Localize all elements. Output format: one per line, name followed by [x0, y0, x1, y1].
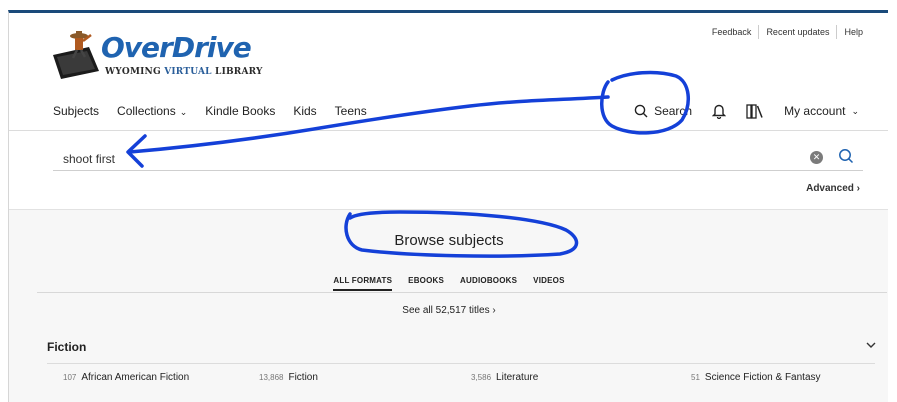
- my-account-menu[interactable]: My account ⌄: [784, 97, 859, 125]
- chevron-down-icon: ⌄: [179, 107, 188, 117]
- subject-count: 3,586: [471, 373, 492, 382]
- search-toggle-button[interactable]: Search: [634, 97, 692, 125]
- search-input[interactable]: [53, 147, 863, 171]
- search-toggle-label: Search: [654, 104, 693, 118]
- utility-links: Feedback Recent updates Help: [705, 25, 870, 39]
- cowboy-book-icon: [53, 31, 99, 79]
- notifications-button[interactable]: [712, 103, 727, 119]
- subject-count: 51: [691, 373, 700, 382]
- main-nav: Subjects Collections ⌄ Kindle Books Kids …: [9, 97, 888, 125]
- subject-count: 107: [63, 373, 77, 382]
- library-tagline: WYOMING VIRTUAL LIBRARY: [105, 67, 263, 77]
- subject-label: Literature: [496, 372, 539, 383]
- subject-count: 13,868: [259, 373, 284, 382]
- fiction-divider: [47, 363, 875, 364]
- tab-audiobooks[interactable]: AUDIOBOOKS: [460, 276, 517, 291]
- see-all-titles-link[interactable]: See all 52,517 titles ›: [9, 305, 888, 316]
- subject-label: Science Fiction & Fantasy: [704, 372, 821, 383]
- feedback-link[interactable]: Feedback: [705, 25, 759, 39]
- tab-videos[interactable]: VIDEOS: [533, 276, 564, 291]
- bookshelf-icon: [746, 104, 763, 119]
- subject-link[interactable]: 107 African American Fiction: [63, 372, 189, 383]
- tagline-virtual: VIRTUAL: [164, 67, 212, 77]
- nav-divider: [9, 130, 888, 131]
- nav-collections[interactable]: Collections ⌄: [117, 97, 187, 126]
- nav-kids[interactable]: Kids: [293, 97, 316, 126]
- tagline-library: LIBRARY: [211, 67, 263, 77]
- nav-subjects[interactable]: Subjects: [53, 97, 99, 126]
- format-tabs: ALL FORMATS EBOOKS AUDIOBOOKS VIDEOS: [9, 276, 888, 291]
- nav-collections-label: Collections: [117, 104, 176, 118]
- chevron-down-icon: [866, 342, 876, 348]
- subject-link[interactable]: 3,586 Literature: [471, 372, 538, 383]
- tabs-divider: [37, 292, 887, 293]
- subject-label: African American Fiction: [81, 372, 190, 383]
- subject-link[interactable]: 13,868 Fiction: [259, 372, 318, 383]
- fiction-section-heading: Fiction: [47, 340, 87, 354]
- subject-link[interactable]: 51 Science Fiction & Fantasy: [691, 372, 821, 383]
- chevron-down-icon: ⌄: [851, 106, 859, 116]
- tab-ebooks[interactable]: EBOOKS: [408, 276, 444, 291]
- subject-label: Fiction: [288, 372, 318, 383]
- bell-icon: [712, 104, 727, 119]
- library-logo[interactable]: OverDrive WYOMING VIRTUAL LIBRARY: [49, 25, 262, 80]
- clear-search-button[interactable]: ✕: [810, 151, 823, 164]
- help-link[interactable]: Help: [836, 25, 870, 39]
- overdrive-wordmark: OverDrive: [101, 31, 252, 64]
- search-icon: [634, 104, 648, 118]
- collapse-fiction-button[interactable]: [865, 338, 877, 356]
- nav-kindle-books[interactable]: Kindle Books: [205, 97, 275, 126]
- browse-title: Browse subjects: [394, 232, 504, 249]
- submit-search-button[interactable]: [838, 148, 854, 169]
- overdrive-page: Feedback Recent updates Help OverDrive W…: [8, 10, 888, 402]
- nav-teens[interactable]: Teens: [335, 97, 367, 126]
- tagline-wyoming: WYOMING: [105, 67, 165, 77]
- recent-updates-link[interactable]: Recent updates: [758, 25, 836, 39]
- tab-all-formats[interactable]: ALL FORMATS: [333, 276, 393, 291]
- browse-subjects-section: Browse subjects ALL FORMATS EBOOKS AUDIO…: [9, 209, 888, 402]
- search-icon: [839, 149, 854, 164]
- advanced-search-link[interactable]: Advanced ›: [806, 183, 860, 194]
- fiction-subject-list: 107 African American Fiction 13,868 Fictio…: [63, 372, 883, 388]
- bookshelf-button[interactable]: [746, 103, 764, 119]
- my-account-label: My account: [784, 104, 846, 118]
